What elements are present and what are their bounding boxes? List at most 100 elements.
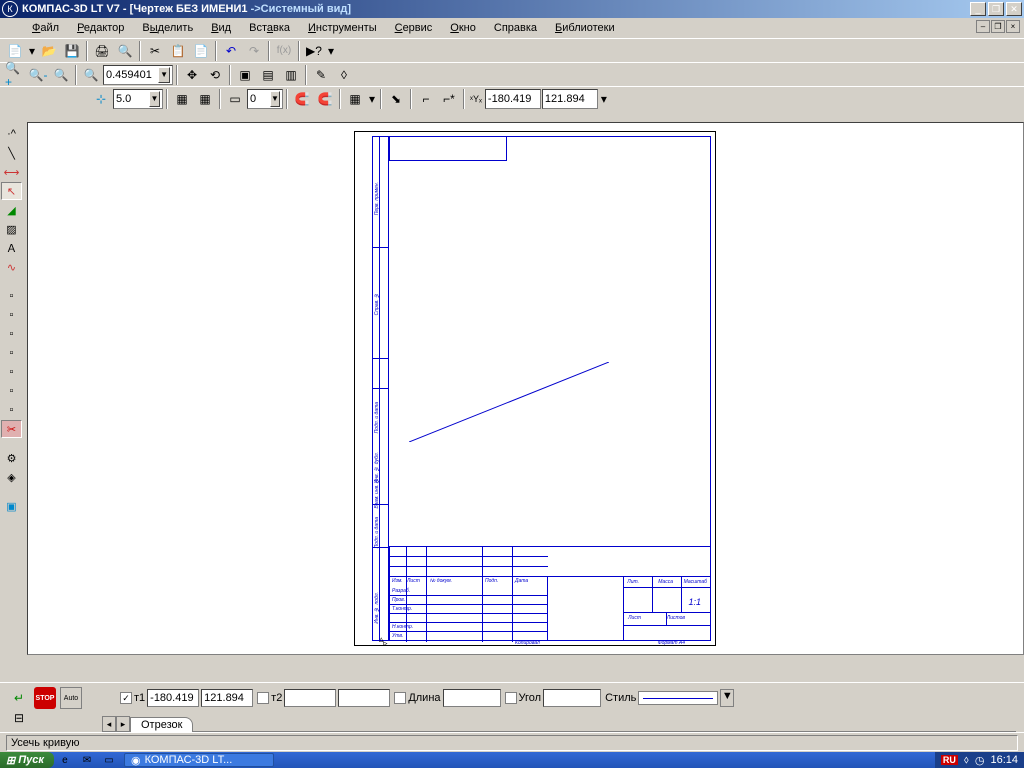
minimize-button[interactable]: _ bbox=[970, 2, 986, 16]
preview-button[interactable]: 🔍 bbox=[114, 40, 136, 62]
lang-indicator[interactable]: RU bbox=[941, 755, 958, 765]
sheet-combo[interactable]: ▼ bbox=[247, 89, 283, 109]
coord-dd[interactable]: ▾ bbox=[599, 88, 609, 110]
layer-icon[interactable]: ▣ bbox=[234, 64, 256, 86]
t2y-input[interactable] bbox=[338, 689, 390, 707]
menu-tools[interactable]: Инструменты bbox=[300, 20, 385, 36]
open-button[interactable]: 📂 bbox=[38, 40, 60, 62]
tray-icon2[interactable]: ◷ bbox=[975, 754, 985, 767]
tab-prev[interactable]: ◂ bbox=[102, 716, 116, 732]
mdi-minimize[interactable]: – bbox=[976, 20, 990, 33]
grid-icon[interactable]: ▦ bbox=[344, 88, 366, 110]
t1-field[interactable]: ✓ т1 bbox=[120, 689, 253, 707]
pan-icon[interactable]: ✥ bbox=[181, 64, 203, 86]
edit-mirror[interactable]: ▫ bbox=[1, 344, 22, 362]
zoom-out-icon[interactable]: 🔍- bbox=[27, 64, 49, 86]
dropdown-icon[interactable]: ▼ bbox=[270, 91, 280, 107]
copy-button[interactable]: 📋 bbox=[167, 40, 189, 62]
coord-y[interactable] bbox=[542, 89, 598, 109]
spline-tool[interactable]: ∿ bbox=[1, 258, 22, 276]
linewidth-combo[interactable]: ▼ bbox=[113, 89, 163, 109]
sheet-input[interactable] bbox=[250, 93, 270, 105]
measure-tool[interactable]: Ａ bbox=[1, 239, 22, 257]
new-dd-button[interactable]: ▾ bbox=[27, 40, 37, 62]
style-dd[interactable]: ▼ bbox=[720, 689, 734, 707]
ql-desktop-icon[interactable]: ▭ bbox=[99, 753, 119, 767]
assoc-tool[interactable]: ◈ bbox=[1, 468, 22, 486]
t1x-input[interactable] bbox=[147, 689, 199, 707]
hatch-tool[interactable]: ▨ bbox=[1, 220, 22, 238]
style-field[interactable]: Стиль ▼ bbox=[605, 689, 734, 707]
task-kompas[interactable]: ◉КОМПАС-3D LT... bbox=[124, 753, 274, 767]
dropdown-icon[interactable]: ▼ bbox=[158, 67, 170, 83]
close-button[interactable]: ✕ bbox=[1006, 2, 1022, 16]
grid-dd[interactable]: ▾ bbox=[367, 88, 377, 110]
line-tool[interactable]: ╲ bbox=[1, 144, 22, 162]
restore-button[interactable]: ❐ bbox=[988, 2, 1004, 16]
len-field[interactable]: Длина bbox=[394, 689, 500, 707]
layers2-icon[interactable]: ▦ bbox=[194, 88, 216, 110]
snap-icon[interactable]: ⊹ bbox=[90, 88, 112, 110]
redo-button[interactable]: ↷ bbox=[243, 40, 265, 62]
menu-libs[interactable]: Библиотеки bbox=[547, 20, 623, 36]
canvas[interactable]: Перв. примен. Справ. № Подп. и дата Инв.… bbox=[27, 122, 1024, 655]
t1-check[interactable]: ✓ bbox=[120, 692, 132, 704]
help-cursor-button[interactable]: ▶? bbox=[303, 40, 325, 62]
tray-icon[interactable]: ⬨ bbox=[964, 754, 969, 767]
ortho-icon[interactable]: ⬊ bbox=[385, 88, 407, 110]
undo-button[interactable]: ↶ bbox=[220, 40, 242, 62]
t2-check[interactable] bbox=[257, 692, 269, 704]
tab-segment[interactable]: Отрезок bbox=[130, 717, 193, 732]
lcs2-icon[interactable]: ⌐* bbox=[438, 88, 460, 110]
layers1-icon[interactable]: ▦ bbox=[171, 88, 193, 110]
len-input[interactable] bbox=[443, 689, 501, 707]
zoom-combo[interactable]: ▼ bbox=[103, 65, 173, 85]
save-button[interactable]: 💾 bbox=[61, 40, 83, 62]
ang-field[interactable]: Угол bbox=[505, 689, 602, 707]
layer3-icon[interactable]: ▥ bbox=[280, 64, 302, 86]
edit-trim[interactable]: ▫ bbox=[1, 382, 22, 400]
dim-tool[interactable]: ⟷ bbox=[1, 163, 22, 181]
t1y-input[interactable] bbox=[201, 689, 253, 707]
point-tool[interactable]: ·^ bbox=[1, 125, 22, 143]
mdi-close[interactable]: × bbox=[1006, 20, 1020, 33]
apply-icon[interactable]: ↵ bbox=[8, 687, 30, 709]
t2x-input[interactable] bbox=[284, 689, 336, 707]
trim-tool[interactable]: ✂ bbox=[1, 420, 22, 438]
mdi-restore[interactable]: ❐ bbox=[991, 20, 1005, 33]
param-tool[interactable]: ⚙ bbox=[1, 449, 22, 467]
edit-array[interactable]: ▫ bbox=[1, 363, 22, 381]
menu-select[interactable]: Выделить bbox=[134, 20, 201, 36]
new-button[interactable]: 📄 bbox=[4, 40, 26, 62]
menu-file[interactable]: Файл bbox=[24, 20, 67, 36]
menu-edit[interactable]: Редактор bbox=[69, 20, 132, 36]
stop-icon[interactable]: STOP bbox=[34, 687, 56, 709]
lib-tool[interactable]: ▣ bbox=[1, 497, 22, 515]
zoom-prev-icon[interactable]: ⟲ bbox=[204, 64, 226, 86]
t2-field[interactable]: т2 bbox=[257, 689, 390, 707]
layer2-icon[interactable]: ▤ bbox=[257, 64, 279, 86]
edit-move[interactable]: ▫ bbox=[1, 287, 22, 305]
magnet-off-icon[interactable]: 🧲 bbox=[314, 88, 336, 110]
menu-service[interactable]: Сервис bbox=[387, 20, 441, 36]
menu-view[interactable]: Вид bbox=[203, 20, 239, 36]
menu-insert[interactable]: Вставка bbox=[241, 20, 298, 36]
menu-help[interactable]: Справка bbox=[486, 20, 545, 36]
lcs-icon[interactable]: ⌐ bbox=[415, 88, 437, 110]
print-button[interactable]: 🖨 bbox=[91, 40, 113, 62]
style-preview[interactable] bbox=[638, 691, 718, 705]
sheet-icon[interactable]: ▭ bbox=[224, 88, 246, 110]
linewidth-input[interactable] bbox=[116, 93, 149, 105]
ang-input[interactable] bbox=[543, 689, 601, 707]
menu-window[interactable]: Окно bbox=[442, 20, 484, 36]
coord-x[interactable] bbox=[485, 89, 541, 109]
edit-icon[interactable]: ✎ bbox=[310, 64, 332, 86]
magnet-on-icon[interactable]: 🧲 bbox=[291, 88, 313, 110]
fx-button[interactable]: f(x) bbox=[273, 40, 295, 62]
ql-ie-icon[interactable]: e bbox=[55, 753, 75, 767]
zoom-in-icon[interactable]: 🔍+ bbox=[4, 64, 26, 86]
edit-extend[interactable]: ▫ bbox=[1, 401, 22, 419]
text-tool[interactable]: ↖ bbox=[1, 182, 22, 200]
tab-next[interactable]: ▸ bbox=[116, 716, 130, 732]
start-button[interactable]: ⊞Пуск bbox=[0, 752, 54, 768]
